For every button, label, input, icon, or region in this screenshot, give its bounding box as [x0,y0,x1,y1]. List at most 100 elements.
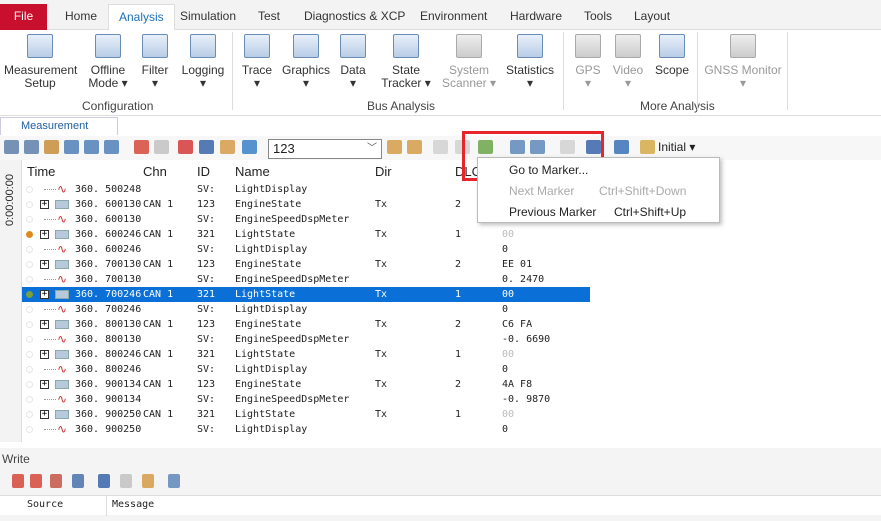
filter-combo[interactable]: 123 ﹀ [268,139,382,159]
marker-indicator[interactable] [26,366,33,373]
menu-item-previous-marker[interactable]: Previous Marker Ctrl+Shift+Up [509,202,686,222]
ribbon-button-statistics[interactable]: Statistics ▾ [503,34,557,90]
ribbon-button-system[interactable]: System Scanner ▾ [440,34,498,90]
trace-row[interactable]: ∿ 360. 600246 SV: LightDisplay 0 [22,242,590,257]
filter2-icon[interactable] [84,140,99,154]
pause-icon[interactable] [12,474,24,488]
marker-indicator[interactable] [26,381,33,388]
marker-indicator[interactable] [26,321,33,328]
tab-diagnostics-xcp[interactable]: Diagnostics & XCP [294,4,415,30]
clear-window-icon[interactable] [50,474,62,488]
tab-hardware[interactable]: Hardware [500,4,572,30]
col-name[interactable]: Name [235,164,270,179]
trace-row[interactable]: +360. 600246 CAN 1 321 LightState Tx 1 00 [22,227,590,242]
tab-measurement-setup[interactable]: Measurement Setup [0,117,118,149]
ribbon-button-measurement[interactable]: Measurement Setup [4,34,77,90]
expand-icon[interactable]: + [40,260,49,269]
tab-environment[interactable]: Environment [410,4,497,30]
back-icon[interactable] [433,140,448,154]
marker-indicator[interactable] [26,231,33,238]
tab-layout[interactable]: Layout [624,4,680,30]
menu-item-next-marker[interactable]: Next Marker Ctrl+Shift+Down [509,181,686,201]
expand-icon[interactable]: + [40,380,49,389]
tab-analysis[interactable]: Analysis [108,4,175,30]
time-mode-icon[interactable] [199,140,214,154]
ribbon-button-trace[interactable]: Trace ▾ [238,34,276,90]
pause-icon[interactable] [178,140,193,154]
marker-indicator[interactable] [26,291,33,298]
ribbon-button-gnss-monitor[interactable]: GNSS Monitor ▾ [702,34,784,90]
trace-row[interactable]: +360. 800130 CAN 1 123 EngineState Tx 2 C6 FA [22,317,590,332]
trace-row[interactable]: +360. 900134 CAN 1 123 EngineState Tx 2 4A F8 [22,377,590,392]
tab-tools[interactable]: Tools [574,4,622,30]
expand-icon[interactable]: + [40,200,49,209]
marker-indicator[interactable] [26,351,33,358]
col-dir[interactable]: Dir [375,164,392,179]
marker-indicator[interactable] [26,411,33,418]
import-icon[interactable] [142,474,154,488]
expand-icon[interactable] [44,140,59,154]
new-icon[interactable] [4,140,19,154]
marker-indicator[interactable] [26,261,33,268]
columns-icon[interactable] [24,140,39,154]
tab-home[interactable]: Home [55,4,107,30]
ribbon-button-offline[interactable]: Offline Mode ▾ [82,34,134,90]
tab-test[interactable]: Test [248,4,290,30]
find-prev-icon[interactable] [387,140,402,154]
ribbon-button-graphics[interactable]: Graphics ▾ [281,34,331,90]
expand-icon[interactable]: + [40,350,49,359]
marker-indicator[interactable] [26,276,33,283]
window-icon[interactable] [614,140,629,154]
clear-icon[interactable] [134,140,149,154]
ribbon-button-video[interactable]: Video ▾ [608,34,648,90]
expand-icon[interactable]: + [40,410,49,419]
expand-icon[interactable]: + [40,290,49,299]
marker-indicator[interactable] [26,246,33,253]
ribbon-button-filter[interactable]: Filter ▾ [136,34,174,90]
marker-indicator[interactable] [26,336,33,343]
trace-row[interactable]: ∿ 360. 900134 SV: EngineSpeedDspMeter -0. 98… [22,392,590,407]
find-icon[interactable] [104,140,119,154]
trace-row[interactable]: +360. 800246 CAN 1 321 LightState Tx 1 00 [22,347,590,362]
col-time[interactable]: Time [27,164,55,179]
filter3-icon[interactable] [242,140,257,154]
trace-row[interactable]: ∿ 360. 800130 SV: EngineSpeedDspMeter -0. 66… [22,332,590,347]
clear-all-icon[interactable] [72,474,84,488]
marker-indicator[interactable] [26,201,33,208]
marker-indicator[interactable] [26,186,33,193]
menu-item-go-to-marker[interactable]: Go to Marker... [509,160,588,180]
col-id[interactable]: ID [197,164,210,179]
tab-file[interactable]: File [0,4,47,30]
trace-row[interactable]: +360. 900250 CAN 1 321 LightState Tx 1 00 [22,407,590,422]
trace-row[interactable]: ∿ 360. 700246 SV: LightDisplay 0 [22,302,590,317]
tab-simulation[interactable]: Simulation [170,4,246,30]
col-message[interactable]: Message [112,499,154,510]
marker-indicator[interactable] [26,216,33,223]
find-icon[interactable] [98,474,110,488]
copy-icon[interactable] [120,474,132,488]
trace-row[interactable]: ∿ 360. 800246 SV: LightDisplay 0 [22,362,590,377]
trace-row[interactable]: ∿ 360. 700130 SV: EngineSpeedDspMeter 0. 247… [22,272,590,287]
marker-indicator[interactable] [26,396,33,403]
trace-row[interactable]: +360. 700130 CAN 1 123 EngineState Tx 2 EE 01 [22,257,590,272]
ribbon-button-gps[interactable]: GPS ▾ [570,34,606,90]
trace-row[interactable]: +360. 700246 CAN 1 321 LightState Tx 1 00 [22,287,590,302]
ribbon-button-data[interactable]: Data ▾ [337,34,369,90]
scroll-icon[interactable] [220,140,235,154]
layout-dropdown[interactable]: Initial ▾ [658,140,695,154]
ribbon-button-scope[interactable]: Scope [652,34,692,77]
trace-row[interactable]: ∿ 360. 900250 SV: LightDisplay 0 [22,422,590,437]
ribbon-button-state[interactable]: State Tracker ▾ [380,34,432,90]
color-icon[interactable] [640,140,655,154]
chevron-down-icon[interactable]: ﹀ [367,140,377,158]
marker-indicator[interactable] [26,306,33,313]
filter-icon[interactable] [64,140,79,154]
ribbon-button-logging[interactable]: Logging ▾ [178,34,228,90]
globe-icon[interactable] [168,474,180,488]
detail-icon[interactable] [154,140,169,154]
col-source[interactable]: Source [27,499,63,510]
col-chn[interactable]: Chn [143,164,167,179]
marker-indicator[interactable] [26,426,33,433]
clear-icon[interactable] [30,474,42,488]
expand-icon[interactable]: + [40,320,49,329]
